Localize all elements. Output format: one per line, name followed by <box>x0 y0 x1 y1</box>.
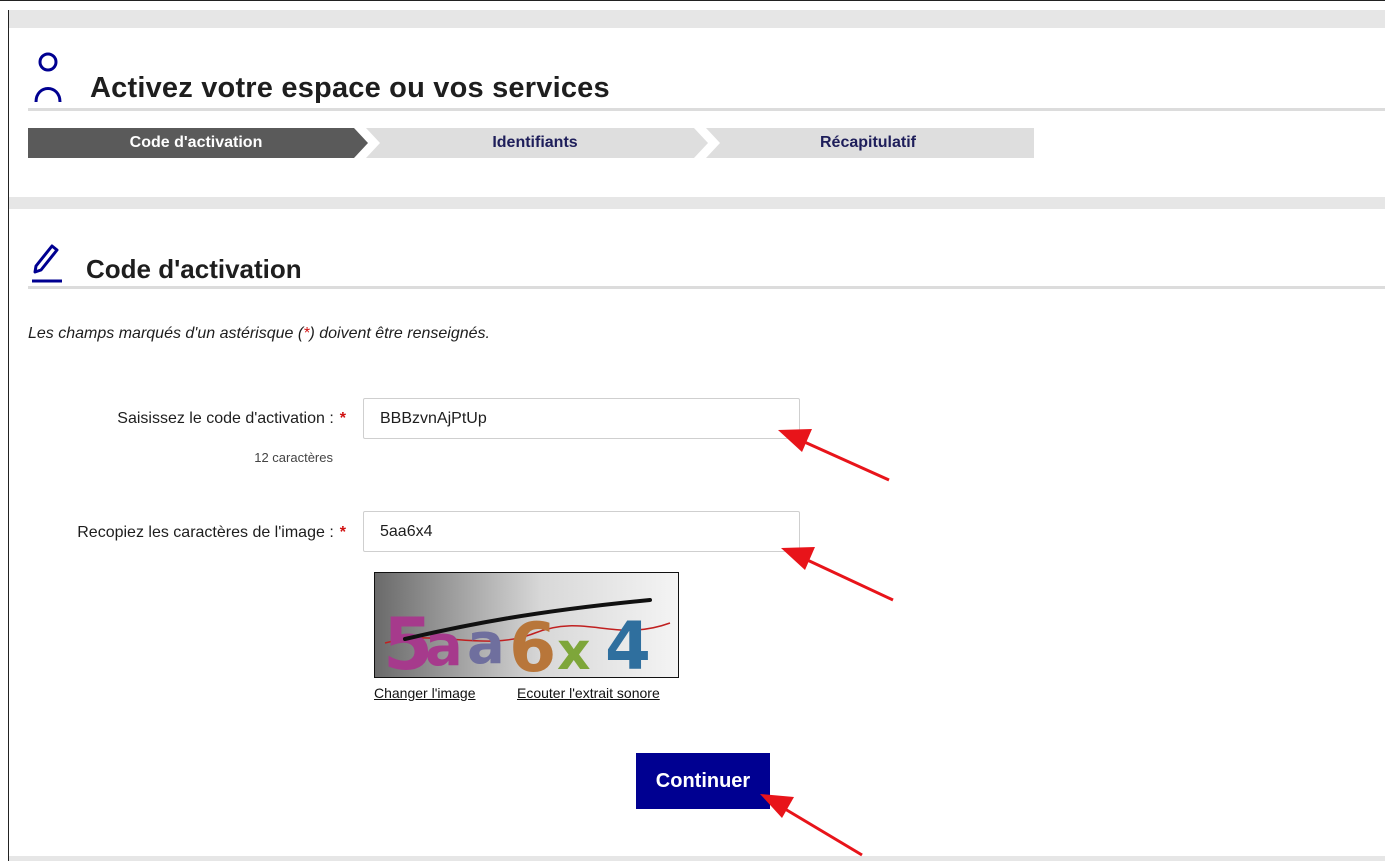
note-text-before: Les champs marqués d'un astérisque ( <box>28 325 304 342</box>
page-header: Activez votre espace ou vos services <box>28 52 1385 111</box>
required-fields-note: Les champs marqués d'un astérisque (*) d… <box>28 325 490 343</box>
step-code-activation: Code d'activation <box>28 128 368 158</box>
user-icon <box>34 52 68 109</box>
window-left-border <box>8 10 9 861</box>
page-title: Activez votre espace ou vos services <box>90 72 610 104</box>
section-title: Code d'activation <box>86 254 302 284</box>
separator-band <box>9 197 1385 209</box>
required-star: * <box>339 410 346 427</box>
step-label: Code d'activation <box>129 134 263 151</box>
header-rule <box>28 108 1385 111</box>
step-label: Identifiants <box>492 134 578 151</box>
top-band <box>9 10 1385 28</box>
captcha-input[interactable] <box>363 511 800 552</box>
progress-steps: Code d'activation Identifiants Récapitul… <box>28 128 1034 158</box>
captcha-glyphs: 5a a 6 x 4 <box>383 602 651 677</box>
listen-audio-link[interactable]: Ecouter l'extrait sonore <box>517 685 660 701</box>
captcha-label-text: Recopiez les caractères de l'image : <box>77 524 334 541</box>
captcha-char: 4 <box>605 608 651 677</box>
required-star: * <box>339 524 346 541</box>
note-text-after: ) doivent être renseignés. <box>309 325 490 342</box>
activation-code-input[interactable] <box>363 398 800 439</box>
step-identifiants: Identifiants <box>366 128 708 158</box>
bottom-band <box>9 856 1385 861</box>
activation-code-hint: 12 caractères <box>254 450 333 465</box>
section-rule <box>28 286 1385 289</box>
section-header: Code d'activation <box>28 238 1385 290</box>
step-label: Récapitulatif <box>819 134 916 151</box>
arrow-icon <box>760 794 863 857</box>
step-recapitulatif: Récapitulatif <box>706 128 1034 158</box>
captcha-label: Recopiez les caractères de l'image : * <box>0 524 346 542</box>
captcha-image: 5aa6x4 <box>374 572 679 678</box>
arrow-icon <box>781 547 894 602</box>
continue-button[interactable]: Continuer <box>636 753 770 809</box>
captcha-char: x <box>557 622 591 677</box>
activation-code-label: Saisissez le code d'activation : * <box>0 410 346 428</box>
change-image-link[interactable]: Changer l'image <box>374 685 476 701</box>
activation-code-label-text: Saisissez le code d'activation : <box>117 410 334 427</box>
captcha-char: a <box>425 614 463 677</box>
captcha-char: 6 <box>509 609 556 677</box>
